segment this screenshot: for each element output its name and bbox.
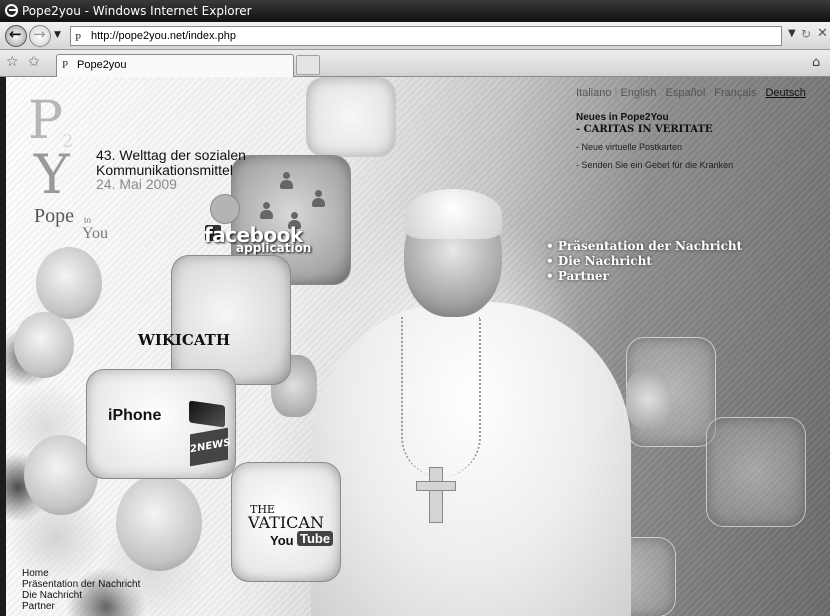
lang-separator: | <box>708 87 712 99</box>
refresh-icon[interactable]: ↻ <box>801 27 811 41</box>
wikicath-puzzle-piece[interactable] <box>171 255 291 385</box>
menu-item-partner[interactable]: Partner <box>546 269 742 284</box>
logo-word-to: to <box>84 215 92 225</box>
bottom-nav-partner[interactable]: Partner <box>22 601 140 612</box>
logo-word-pope: Pope <box>34 205 74 227</box>
youtube-tube-label[interactable]: Tube <box>297 531 334 546</box>
bottom-nav: Home Präsentation der Nachricht Die Nach… <box>22 568 140 612</box>
main-menu: Präsentation der Nachricht Die Nachricht… <box>546 239 742 284</box>
puzzle-piece-decor <box>306 77 396 157</box>
logo-word-you: You <box>82 225 108 242</box>
language-selector: Italiano | English | Español | Français … <box>576 87 806 99</box>
bottom-nav-praesentation[interactable]: Präsentation der Nachricht <box>22 579 140 590</box>
event-title-line1: 43. Welttag der sozialen <box>96 147 246 163</box>
lang-separator: | <box>659 87 663 99</box>
page-content: facebook application WIKICATH iPhone 2NE… <box>6 77 830 616</box>
browser-window: Pope2you - Windows Internet Explorer ▼ P… <box>0 0 830 616</box>
tab-title[interactable]: Pope2you <box>77 59 127 71</box>
news-item-prayer[interactable]: - Senden Sie ein Gebet für die Kranken <box>576 160 733 170</box>
logo-letter-y: Y <box>34 143 70 206</box>
add-favorites-icon[interactable]: ✩ <box>28 54 40 70</box>
title-bar: Pope2you - Windows Internet Explorer <box>0 0 830 22</box>
puzzle-piece-decor <box>706 417 806 527</box>
person-icon <box>260 202 273 220</box>
person-icon <box>280 172 293 190</box>
window-title: Pope2you - Windows Internet Explorer <box>22 4 252 18</box>
youth-face-image <box>116 475 202 571</box>
puzzle-knob <box>210 194 240 224</box>
news-item-caritas[interactable]: - CARITAS IN VERITATE <box>576 124 733 135</box>
facebook-app-sublabel[interactable]: application <box>236 241 311 255</box>
tab-favicon-icon: P <box>62 59 69 71</box>
lang-separator: | <box>759 87 763 99</box>
pope-hair-image <box>404 189 502 239</box>
youth-face-image <box>36 247 102 319</box>
ie-logo-icon <box>5 4 18 17</box>
news-heading: Neues in Pope2You <box>576 112 669 123</box>
bottom-nav-home[interactable]: Home <box>22 568 140 579</box>
menu-item-praesentation[interactable]: Präsentation der Nachricht <box>546 239 742 254</box>
pope-hand-image <box>626 369 670 429</box>
url-text[interactable]: http://pope2you.net/index.php <box>91 30 236 42</box>
recent-pages-dropdown-icon[interactable]: ▼ <box>54 30 61 40</box>
wikicath-link[interactable]: WIKICATH <box>138 331 230 349</box>
news-box: Neues in Pope2You - CARITAS IN VERITATE … <box>576 112 733 170</box>
youth-face-image <box>14 312 74 378</box>
person-icon <box>312 190 325 208</box>
bottom-nav-nachricht[interactable]: Die Nachricht <box>22 590 140 601</box>
lang-deutsch[interactable]: Deutsch <box>765 87 805 99</box>
url-dropdown-icon[interactable]: ▼ <box>788 28 796 39</box>
lang-italiano[interactable]: Italiano <box>576 87 611 99</box>
h2n-logo[interactable]: 2NEWS <box>190 427 230 467</box>
home-icon[interactable]: ⌂ <box>812 55 820 70</box>
back-arrow-icon[interactable] <box>5 25 27 47</box>
pectoral-cross-icon <box>429 467 443 523</box>
new-tab-button[interactable] <box>296 55 320 75</box>
forward-arrow-icon[interactable] <box>29 25 51 47</box>
lang-espanol[interactable]: Español <box>666 87 706 99</box>
stop-icon[interactable]: ✕ <box>817 26 828 41</box>
pope-chain-image <box>401 317 481 477</box>
url-input[interactable]: P http://pope2you.net/index.php <box>70 26 782 46</box>
pope2you-logo[interactable]: P 2 Y Pope to You <box>26 91 108 242</box>
logo-letter-p: P <box>28 91 63 151</box>
tab-pope2you[interactable]: P Pope2you <box>56 54 294 77</box>
pectoral-cross-bar <box>416 481 456 491</box>
favorites-star-icon[interactable]: ☆ <box>6 54 19 70</box>
lang-english[interactable]: English <box>620 87 656 99</box>
address-bar: ▼ P http://pope2you.net/index.php ▼ ↻ ✕ <box>0 22 830 50</box>
lang-separator: | <box>614 87 618 99</box>
iphone-link[interactable]: iPhone <box>108 407 161 425</box>
event-date: 24. Mai 2009 <box>96 176 177 192</box>
site-favicon-icon: P <box>75 32 82 44</box>
lang-francais[interactable]: Français <box>714 87 756 99</box>
tab-bar: ☆ ✩ P Pope2you ⌂ <box>0 50 830 77</box>
vatican-youtube-link[interactable]: VATICAN <box>248 513 324 532</box>
news-item-postcards[interactable]: - Neue virtuelle Postkarten <box>576 142 733 152</box>
menu-item-nachricht[interactable]: Die Nachricht <box>546 254 742 269</box>
youtube-you-label[interactable]: You <box>270 533 294 548</box>
